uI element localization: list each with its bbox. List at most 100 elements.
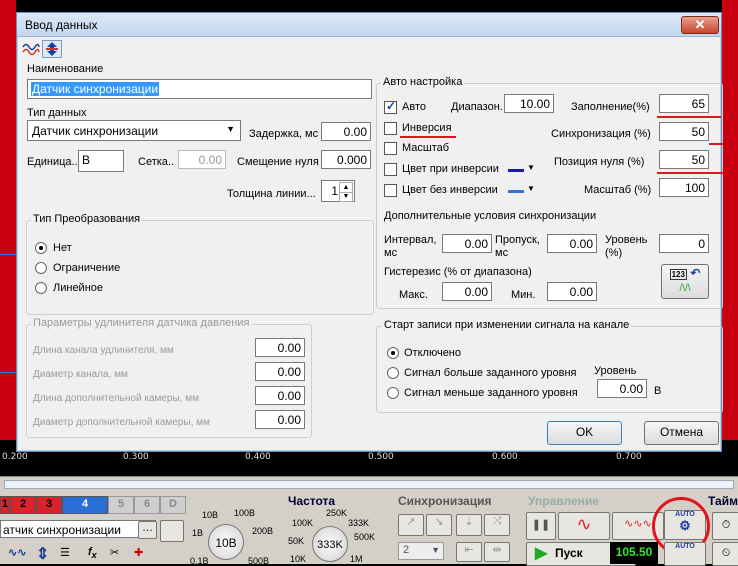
skip-input[interactable]: 0.00 <box>547 234 597 253</box>
channel-tab-d[interactable]: D <box>160 496 186 514</box>
color-inversion-checkbox[interactable] <box>384 163 397 176</box>
channel-tab-2[interactable]: 2 <box>10 496 36 514</box>
inversion-checkbox[interactable] <box>384 122 397 135</box>
channel-name-field[interactable]: атчик синхронизации <box>0 520 156 538</box>
freq-label: 1M <box>350 554 363 564</box>
lines-icon[interactable]: ☰ <box>60 546 70 559</box>
chevron-down-icon: ▼ <box>431 545 440 555</box>
voltage-control: 10В 100В 1В 200В 0.1В 500В 10В <box>190 494 280 566</box>
channel-diameter-input[interactable]: 0.00 <box>255 362 305 381</box>
data-type-label: Тип данных <box>27 107 87 119</box>
auto-checkbox[interactable] <box>384 99 397 114</box>
sync-pct-input[interactable]: 50 <box>659 122 709 141</box>
annotation-underline <box>709 143 723 145</box>
level-label: Уровень <box>605 234 648 246</box>
channel-tab-5[interactable]: 5 <box>108 496 134 514</box>
close-button[interactable]: ✕ <box>681 16 719 34</box>
tools-icon[interactable]: ✂ <box>110 546 119 559</box>
zero-offset-input[interactable]: 0.000 <box>321 150 371 169</box>
auto-label: Авто <box>402 101 426 113</box>
voltage-label: 10В <box>202 510 219 520</box>
record-off-radio[interactable] <box>387 347 399 359</box>
data-type-select[interactable]: Датчик синхронизации ▼ <box>27 120 241 141</box>
record-above-radio[interactable] <box>387 367 399 379</box>
sine-mode-icon[interactable]: ∿ <box>558 512 610 540</box>
cursor-icon[interactable]: ✚ <box>134 546 143 559</box>
channel-tab-3[interactable]: 3 <box>36 496 62 514</box>
voltage-label: 200В <box>252 526 274 536</box>
grid-label: Сетка.. <box>138 156 175 168</box>
chevron-down-icon[interactable]: ▼ <box>527 163 535 172</box>
function-icon[interactable]: fx <box>88 546 97 560</box>
interval-input[interactable]: 0.00 <box>442 234 492 253</box>
timer-title: Тайм <box>708 494 738 508</box>
min-input[interactable]: 0.00 <box>547 282 597 301</box>
cancel-button[interactable]: Отмена <box>644 421 719 445</box>
conversion-none-radio[interactable] <box>35 242 47 254</box>
sync-cross-icon[interactable]: ⤨ <box>484 514 510 536</box>
color-swatch[interactable] <box>508 169 524 172</box>
ok-button[interactable]: OK <box>547 421 622 445</box>
waveform-icon[interactable] <box>21 40 41 58</box>
browse-button[interactable]: … <box>138 521 157 539</box>
waveform-trace <box>0 254 16 255</box>
grid-input[interactable]: 0.00 <box>178 150 226 169</box>
delay-input[interactable]: 0.00 <box>321 122 371 141</box>
channel-tab-6[interactable]: 6 <box>134 496 160 514</box>
fill-input[interactable]: 65 <box>659 94 709 113</box>
auto-play-button[interactable]: AUTO <box>664 542 706 566</box>
line-width-spinner[interactable]: 1 ▲ ▼ <box>321 180 355 202</box>
pause-icon[interactable]: ❚❚ <box>526 512 556 540</box>
dialog-titlebar: Ввод данных ✕ <box>17 13 721 37</box>
scale-pct-label: Масштаб (%) <box>584 184 652 196</box>
chamber-diameter-input[interactable]: 0.00 <box>255 410 305 429</box>
record-below-radio[interactable] <box>387 387 399 399</box>
conversion-limit-radio[interactable] <box>35 262 47 274</box>
horizontal-scrollbar[interactable] <box>0 476 738 490</box>
channel-tab-1[interactable]: 1 <box>0 496 10 514</box>
channel-tab-4[interactable]: 4 <box>62 496 108 514</box>
sync-rise-icon[interactable]: ↗ <box>398 514 424 536</box>
range-input[interactable]: 10.00 <box>504 94 554 113</box>
auto-level-button[interactable]: 123 ↶ /\/\ <box>661 264 709 299</box>
spin-down-icon[interactable]: ▼ <box>339 192 353 202</box>
scale-pct-input[interactable]: 100 <box>659 178 709 197</box>
zero-offset-label: Смещение нуля <box>237 156 319 168</box>
annotation-underline <box>657 172 723 174</box>
zero-pos-input[interactable]: 50 <box>659 150 709 169</box>
sync-arrows-icon[interactable]: ⇤ <box>456 542 482 562</box>
color-swatch[interactable] <box>508 190 524 193</box>
unit-label: Единица.. <box>27 156 78 168</box>
arrow-icon: ↶ <box>690 266 701 280</box>
name-value: Датчик синхронизации <box>31 82 160 96</box>
scale-arrows-icon[interactable] <box>42 40 62 58</box>
chamber-length-input[interactable]: 0.00 <box>255 386 305 405</box>
timer-clock-icon[interactable]: ⏱ <box>712 512 738 540</box>
chevron-down-icon[interactable]: ▼ <box>527 184 535 193</box>
name-field[interactable]: Датчик синхронизации <box>27 79 372 99</box>
channel-export-icon[interactable] <box>160 520 184 542</box>
level-unit: (%) <box>605 247 623 259</box>
number-badge-icon: 123 <box>669 269 687 280</box>
conversion-linear-radio[interactable] <box>35 282 47 294</box>
unit-input[interactable]: В <box>78 150 124 172</box>
value-display: 105.50 <box>610 542 658 564</box>
sync-channel-select[interactable]: 2 ▼ <box>398 542 444 560</box>
level-input[interactable]: 0 <box>659 234 709 253</box>
waveform-icon[interactable]: ∿∿ <box>8 546 26 559</box>
voltage-knob[interactable]: 10В <box>208 524 244 560</box>
line-width-label: Толщина линии... <box>227 188 316 200</box>
conversion-none-label: Нет <box>53 242 72 254</box>
scale-checkbox[interactable] <box>384 142 397 155</box>
waveform-area-left <box>0 0 16 440</box>
sync-merge-icon[interactable]: ⇹ <box>484 542 510 562</box>
timer-settings-icon[interactable]: ⏲ <box>712 542 738 566</box>
sync-fall-icon[interactable]: ↘ <box>426 514 452 536</box>
max-input[interactable]: 0.00 <box>442 282 492 301</box>
record-level-input[interactable]: 0.00 <box>597 379 647 398</box>
extender-length-input[interactable]: 0.00 <box>255 338 305 357</box>
frequency-knob[interactable]: 333K <box>312 526 348 562</box>
color-no-inversion-checkbox[interactable] <box>384 184 397 197</box>
sync-level-icon[interactable]: ⇣ <box>456 514 482 536</box>
scale-arrows-icon[interactable]: ⇕ <box>36 544 49 564</box>
